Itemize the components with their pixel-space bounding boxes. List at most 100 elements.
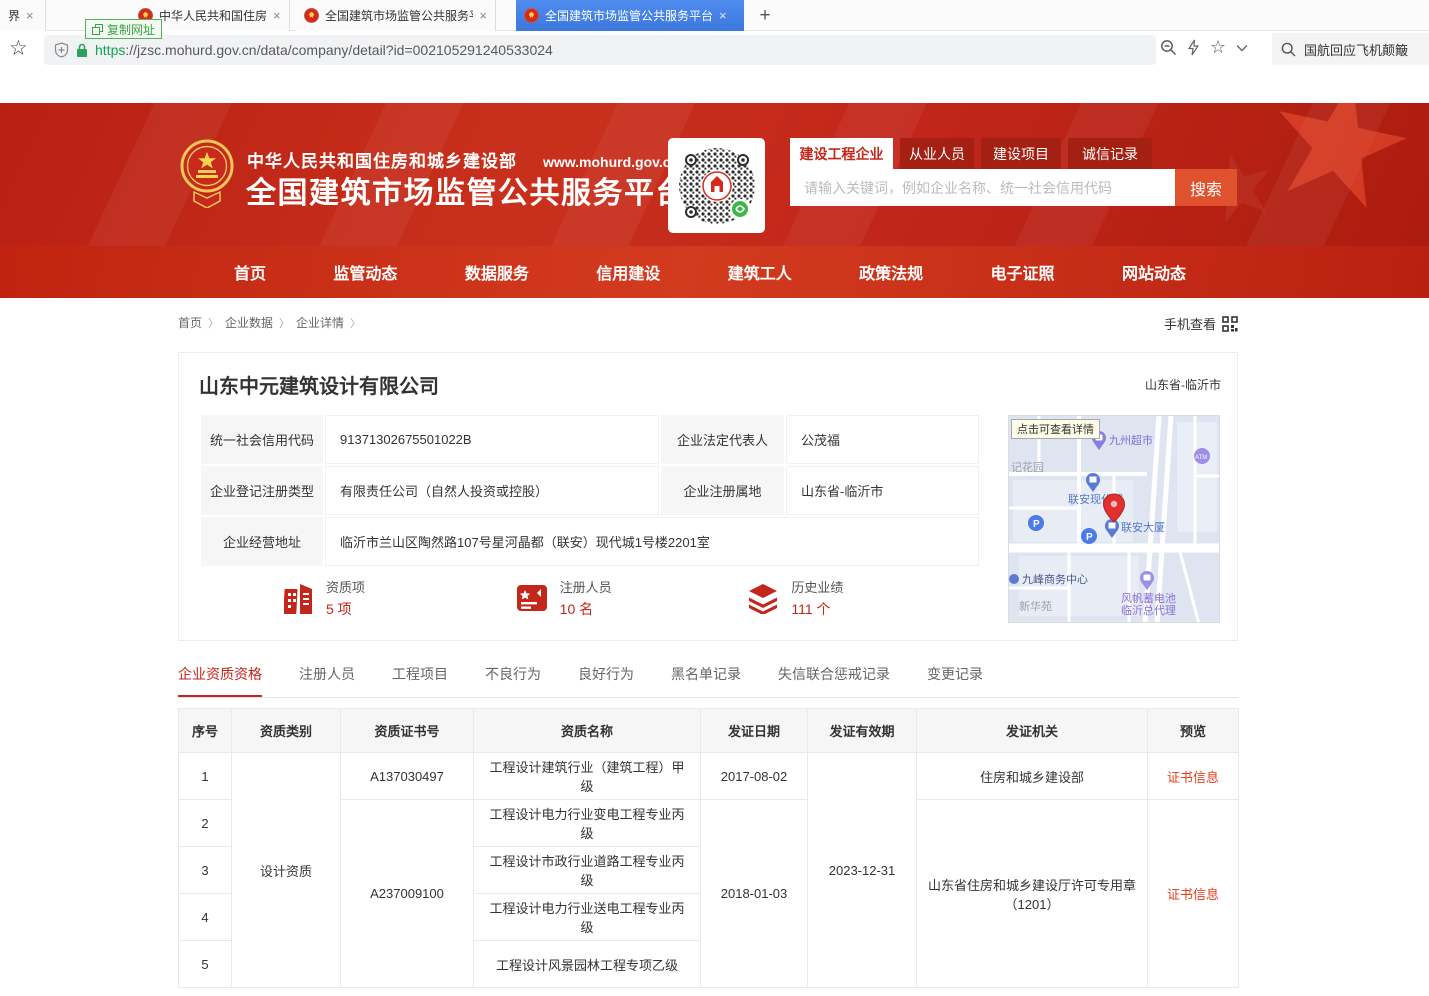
qr-code-icon xyxy=(677,146,757,226)
breadcrumb-row: 首页〉 企业数据〉 企业详情〉 手机查看 xyxy=(178,314,1238,334)
company-region: 山东省-临沂市 xyxy=(1145,376,1221,393)
zoom-out-icon[interactable] xyxy=(1160,39,1177,56)
col-category: 资质类别 xyxy=(232,709,341,753)
quick-search-box[interactable]: 国航回应飞机颠簸 xyxy=(1272,33,1429,65)
browser-tab-jzsc[interactable]: ★ 全国建筑市场监管公共服务平台 × xyxy=(296,0,496,31)
browser-tab-active[interactable]: ★ 全国建筑市场监管公共服务平台 × xyxy=(516,0,744,31)
tab-change-records[interactable]: 变更记录 xyxy=(927,664,983,697)
breadcrumb-separator: 〉 xyxy=(279,315,290,331)
tab-projects[interactable]: 工程项目 xyxy=(392,664,448,697)
map-tooltip: 点击可查看详情 xyxy=(1011,419,1100,439)
credit-code-label: 统一社会信用代码 xyxy=(201,415,323,464)
cell-qual-name: 工程设计市政行业道路工程专业丙级 xyxy=(474,847,701,894)
certificate-info-link[interactable]: 证书信息 xyxy=(1167,770,1219,785)
nav-item-e-license[interactable]: 电子证照 xyxy=(991,260,1055,284)
search-tab-project[interactable]: 建设项目 xyxy=(981,138,1061,169)
legal-rep-label: 企业法定代表人 xyxy=(661,415,784,464)
header-search-area: 建设工程企业 从业人员 建设项目 诚信记录 搜索 xyxy=(790,138,1237,206)
company-info-table: 统一社会信用代码 91371302675501022B 企业法定代表人 公茂福 … xyxy=(199,413,981,568)
tab-dishonesty-punishment[interactable]: 失信联合惩戒记录 xyxy=(778,664,890,697)
tab-close-icon[interactable]: × xyxy=(719,9,727,22)
nav-item-home[interactable]: 首页 xyxy=(234,260,266,284)
map-label-battery-1: 风帆蓄电池 xyxy=(1121,591,1176,605)
tab-bad-behavior[interactable]: 不良行为 xyxy=(485,664,541,697)
map-business-center-icon xyxy=(1009,574,1019,584)
search-bar: 搜索 xyxy=(790,169,1237,206)
flash-save-icon[interactable] xyxy=(1187,39,1200,56)
certificate-card-icon xyxy=(516,583,548,613)
cell-serial: 3 xyxy=(179,847,232,894)
main-nav: 首页 监管动态 数据服务 信用建设 建筑工人 政策法规 电子证照 网站动态 xyxy=(0,246,1429,298)
emblem-favicon-icon: ★ xyxy=(524,8,539,23)
quick-search-text: 国航回应飞机颠簸 xyxy=(1304,40,1408,59)
qr-code-small-icon xyxy=(1222,316,1238,332)
table-row: 1 设计资质 A137030497 工程设计建筑行业（建筑工程）甲级 2017-… xyxy=(179,753,1239,800)
nav-item-policies[interactable]: 政策法规 xyxy=(859,260,923,284)
col-issue-date: 发证日期 xyxy=(701,709,808,753)
cell-qual-name: 工程设计电力行业变电工程专业丙级 xyxy=(474,800,701,847)
cell-authority: 山东省住房和城乡建设厅许可专用章（1201） xyxy=(917,800,1148,988)
search-tab-credit-record[interactable]: 诚信记录 xyxy=(1068,138,1152,169)
chevron-down-icon[interactable] xyxy=(1236,44,1248,52)
new-tab-button[interactable]: + xyxy=(752,3,778,29)
tab-title: 界 xyxy=(8,7,20,24)
stat-registered-personnel[interactable]: 注册人员 10 名 xyxy=(516,577,748,619)
stat-achievements[interactable]: 历史业绩 111 个 xyxy=(747,577,979,619)
keyword-search-input[interactable] xyxy=(790,169,1175,206)
col-serial: 序号 xyxy=(179,709,232,753)
company-location-map[interactable]: 点击可查看详情 xyxy=(1008,415,1220,623)
credit-code-value: 91371302675501022B xyxy=(325,415,659,464)
certificate-info-link[interactable]: 证书信息 xyxy=(1167,887,1219,902)
tab-close-icon[interactable]: × xyxy=(26,9,34,22)
stat-value: 111 个 xyxy=(791,599,843,619)
tab-title: 全国建筑市场监管公共服务平台 xyxy=(325,7,473,24)
nav-item-credit-building[interactable]: 信用建设 xyxy=(596,260,660,284)
nav-item-supervision-news[interactable]: 监管动态 xyxy=(333,260,397,284)
mobile-view-label: 手机查看 xyxy=(1164,314,1216,333)
nav-item-construction-workers[interactable]: 建筑工人 xyxy=(728,260,792,284)
nav-item-data-service[interactable]: 数据服务 xyxy=(465,260,529,284)
breadcrumb-company-detail[interactable]: 企业详情 xyxy=(296,314,344,331)
breadcrumb-home[interactable]: 首页 xyxy=(178,314,202,331)
company-stats: 资质项 5 项 注册人员 10 名 历史业绩 111 个 xyxy=(199,577,979,619)
copy-icon xyxy=(92,24,103,35)
search-tab-personnel[interactable]: 从业人员 xyxy=(900,138,974,169)
map-label-business-center: 九峰商务中心 xyxy=(1022,572,1088,586)
cell-authority: 住房和城乡建设部 xyxy=(917,753,1148,800)
cell-validity: 2023-12-31 xyxy=(808,753,917,988)
col-qual-name: 资质名称 xyxy=(474,709,701,753)
platform-title: 全国建筑市场监管公共服务平台 xyxy=(246,168,687,212)
breadcrumb-company-data[interactable]: 企业数据 xyxy=(225,314,273,331)
map-label-xinhua: 新华苑 xyxy=(1019,599,1052,613)
reg-type-label: 企业登记注册类型 xyxy=(201,466,323,515)
breadcrumb-separator: 〉 xyxy=(208,315,219,331)
tab-close-icon[interactable]: × xyxy=(479,9,487,22)
tab-good-behavior[interactable]: 良好行为 xyxy=(578,664,634,697)
stat-qualifications[interactable]: 资质项 5 项 xyxy=(284,577,516,619)
shield-permission-icon[interactable] xyxy=(54,42,69,58)
stat-label: 注册人员 xyxy=(560,577,612,596)
breadcrumb-separator: 〉 xyxy=(350,315,361,331)
tab-blacklist[interactable]: 黑名单记录 xyxy=(671,664,741,697)
detail-tabs: 企业资质资格 注册人员 工程项目 不良行为 良好行为 黑名单记录 失信联合惩戒记… xyxy=(178,664,1238,698)
url-bar[interactable]: https://jzsc.mohurd.gov.cn/data/company/… xyxy=(44,35,1156,65)
company-name: 山东中元建筑设计有限公司 xyxy=(199,370,439,399)
browser-tab-partial[interactable]: 界 × xyxy=(0,0,46,31)
favorite-star-icon[interactable]: ☆ xyxy=(1210,37,1226,58)
mobile-view-link[interactable]: 手机查看 xyxy=(1164,314,1238,333)
search-button[interactable]: 搜索 xyxy=(1175,169,1237,206)
col-preview: 预览 xyxy=(1148,709,1239,753)
stat-label: 历史业绩 xyxy=(791,577,843,596)
url-text: https://jzsc.mohurd.gov.cn/data/company/… xyxy=(95,42,553,58)
search-tab-enterprise[interactable]: 建设工程企业 xyxy=(790,138,893,169)
bookmark-star-icon[interactable]: ☆ xyxy=(9,36,28,61)
cell-issue-date: 2017-08-02 xyxy=(701,753,808,800)
col-cert-no: 资质证书号 xyxy=(341,709,474,753)
tab-qualifications[interactable]: 企业资质资格 xyxy=(178,664,262,697)
nav-item-site-news[interactable]: 网站动态 xyxy=(1122,260,1186,284)
url-toolbar: ☆ xyxy=(1160,37,1248,58)
tab-registered-personnel[interactable]: 注册人员 xyxy=(299,664,355,697)
qualification-table: 序号 资质类别 资质证书号 资质名称 发证日期 发证有效期 发证机关 预览 1 … xyxy=(178,708,1239,988)
tab-close-icon[interactable]: × xyxy=(273,9,281,22)
map-label-garden: 记花园 xyxy=(1011,461,1044,474)
